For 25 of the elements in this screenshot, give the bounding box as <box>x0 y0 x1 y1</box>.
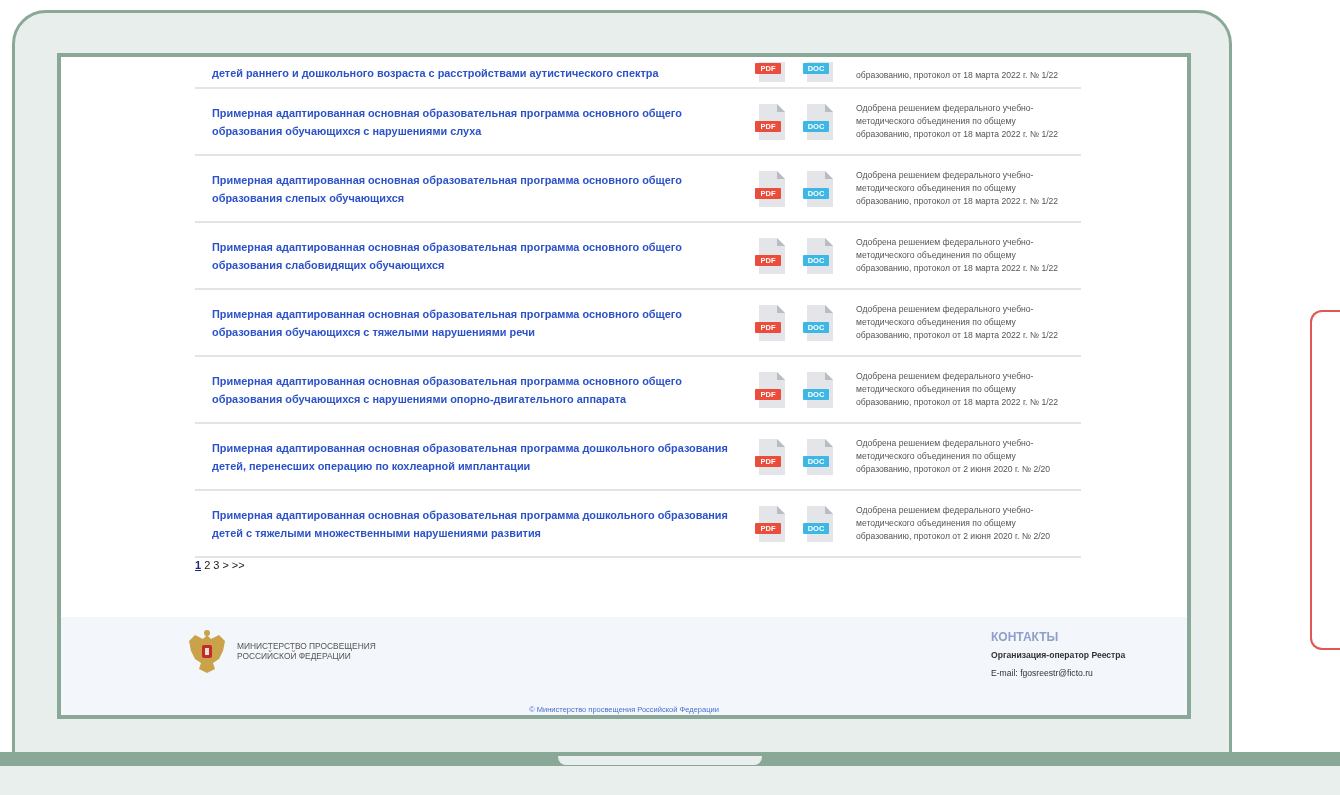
page-link[interactable]: > <box>222 559 229 571</box>
organization-name: Организация-оператор Реестра <box>991 649 1127 662</box>
contacts-heading: КОНТАКТЫ <box>991 629 1060 645</box>
document-title-link[interactable]: Примерная адаптированная основная образовательная программа дошкольного образования детей, перенесших операцию по кохлеарной имплантации <box>212 438 755 475</box>
document-title-link[interactable]: Примерная адаптированная основная образовательная программа дошкольного образования детей с тяжелыми множественными нарушениями развития <box>212 505 755 542</box>
email-text: E-mail: fgosreestr@ficto.ru <box>991 667 1094 680</box>
approval-text: Одобрена решением федерального учебно- методического объединения по общему образованию, протокол от 18 марта 2022 г. № 1/22 <box>856 236 1059 275</box>
document-title-link[interactable]: детей раннего и дошкольного возраста с расстройствами аутистического спектра <box>212 64 755 82</box>
page-link[interactable]: 3 <box>213 559 220 571</box>
approval-text: Одобрена решением федерального учебно- методического объединения по общему образованию, протокол от 18 марта 2022 г. № 1/22 <box>856 370 1059 409</box>
page-link[interactable]: 2 <box>204 559 211 571</box>
document-title-link[interactable]: Примерная адаптированная основная образовательная программа основного общего образования обучающихся с нарушениями опорно-двигательного аппарата <box>212 371 755 408</box>
approval-text: Одобрена решением федерального учебно- методического объединения по общему образованию, протокол от 2 июня 2020 г. № 2/20 <box>856 437 1051 476</box>
page-link[interactable]: 1 <box>195 559 202 571</box>
page-link[interactable]: >> <box>231 559 245 571</box>
document-title-link[interactable]: Примерная адаптированная основная образовательная программа основного общего образования обучающихся с нарушениями слуха <box>212 103 755 140</box>
approval-text: образованию, протокол от 18 марта 2022 г. № 1/22 <box>856 69 1059 82</box>
document-title-link[interactable]: Примерная адаптированная основная образовательная программа основного общего образования слепых обучающихся <box>212 170 755 207</box>
approval-text: Одобрена решением федерального учебно- методического объединения по общему образованию, протокол от 18 марта 2022 г. № 1/22 <box>856 169 1059 208</box>
approval-text: Одобрена решением федерального учебно- методического объединения по общему образованию, протокол от 18 марта 2022 г. № 1/22 <box>856 303 1059 342</box>
approval-text: Одобрена решением федерального учебно- методического объединения по общему образованию, протокол от 18 марта 2022 г. № 1/22 <box>856 102 1059 141</box>
document-title-link[interactable]: Примерная адаптированная основная образовательная программа основного общего образования обучающихся с тяжелыми нарушениями речи <box>212 304 755 341</box>
document-title-link[interactable]: Примерная адаптированная основная образовательная программа основного общего образования слабовидящих обучающихся <box>212 237 755 274</box>
ministry-name: МИНИСТЕРСТВО ПРОСВЕЩЕНИЯ РОССИЙСКОЙ ФЕДЕРАЦИИ <box>237 641 376 661</box>
approval-text: Одобрена решением федерального учебно- методического объединения по общему образованию, протокол от 2 июня 2020 г. № 2/20 <box>856 504 1051 543</box>
